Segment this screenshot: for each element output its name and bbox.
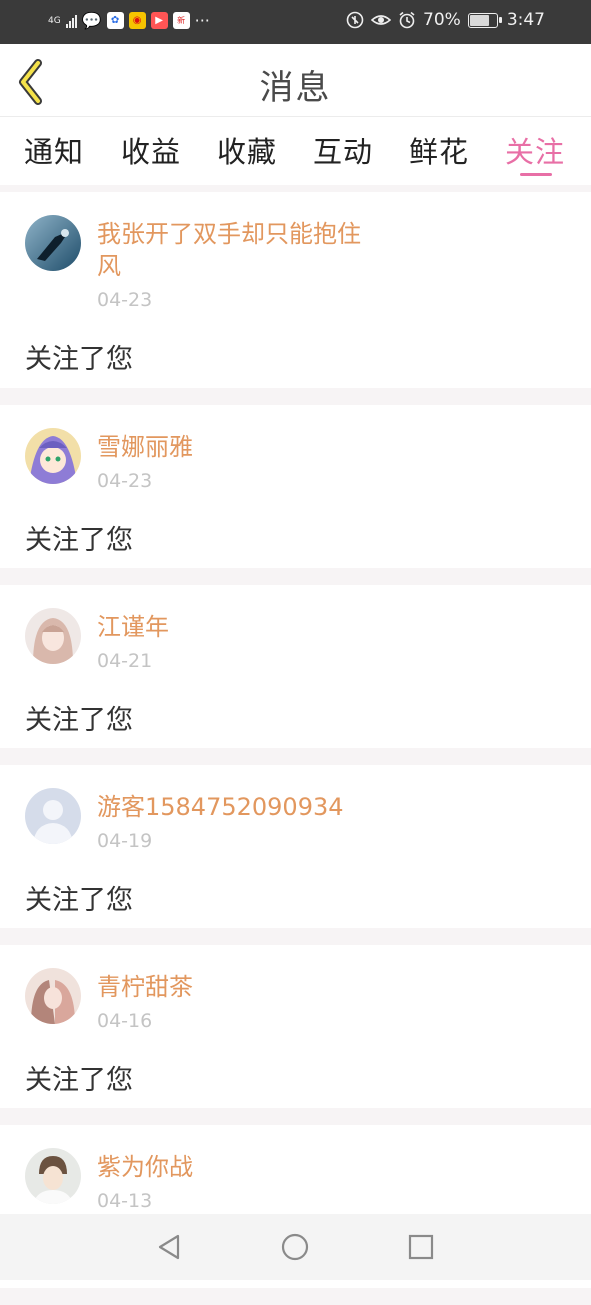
tab-bar: 通知 收益 收藏 互动 鲜花 关注 <box>0 117 591 185</box>
weibo-notification-icon: ◉ <box>128 12 146 29</box>
user-placeholder-icon <box>25 788 81 844</box>
username-link[interactable]: 雪娜丽雅 <box>97 431 367 463</box>
triangle-back-icon[interactable] <box>154 1232 184 1262</box>
alarm-icon <box>399 11 415 29</box>
status-left: 4G 💬 ✿ ◉ ▶ 新 ··· <box>48 11 210 30</box>
more-notifications: ··· <box>194 11 210 30</box>
username-link[interactable]: 江谨年 <box>97 611 367 643</box>
follow-date: 04-19 <box>97 830 153 852</box>
eye-comfort-icon <box>371 15 392 25</box>
list-item[interactable]: 青柠甜茶 04-16 关注了您 <box>0 945 591 1108</box>
status-bar: 4G 💬 ✿ ◉ ▶ 新 ··· 70% 3:47 <box>0 0 591 44</box>
clock: 3:47 <box>506 10 545 30</box>
avatar[interactable] <box>25 608 81 664</box>
tab-notifications[interactable]: 通知 <box>24 129 84 171</box>
video-notification-icon: ▶ <box>150 12 168 29</box>
list-item[interactable]: 江谨年 04-21 关注了您 <box>0 585 591 748</box>
chat-notification-icon: 💬 <box>81 11 102 30</box>
tab-follows[interactable]: 关注 <box>505 129 565 171</box>
network-indicator: 4G <box>48 15 61 26</box>
data-saver-icon <box>346 11 364 29</box>
follow-message: 关注了您 <box>25 1065 133 1096</box>
circle-home-icon[interactable] <box>280 1232 310 1262</box>
active-tab-indicator <box>520 173 552 176</box>
follow-date: 04-23 <box>97 289 153 311</box>
signal-icon <box>65 14 77 28</box>
follow-date: 04-16 <box>97 1010 153 1032</box>
follow-message: 关注了您 <box>25 705 133 736</box>
avatar[interactable] <box>25 428 81 484</box>
tab-interactions[interactable]: 互动 <box>313 129 373 171</box>
battery-percent: 70% <box>423 10 461 30</box>
default-avatar[interactable] <box>25 788 81 844</box>
follow-date: 04-21 <box>97 650 153 672</box>
username-link[interactable]: 紫为你战 <box>97 1151 367 1183</box>
page-title: 消息 <box>259 68 332 108</box>
tab-favorites[interactable]: 收藏 <box>217 129 277 171</box>
avatar[interactable] <box>25 215 81 271</box>
list-item[interactable]: 我张开了双手却只能抱住风 04-23 关注了您 <box>0 192 591 388</box>
follow-message: 关注了您 <box>25 525 133 556</box>
username-link[interactable]: 青柠甜茶 <box>97 971 367 1003</box>
list-item[interactable]: 雪娜丽雅 04-23 关注了您 <box>0 405 591 568</box>
battery-icon <box>467 12 502 28</box>
network-type: 4G <box>48 15 61 26</box>
app-notification-icon: ✿ <box>106 12 124 29</box>
avatar[interactable] <box>25 1148 81 1204</box>
tab-earnings[interactable]: 收益 <box>121 129 181 171</box>
square-recents-icon[interactable] <box>406 1232 436 1262</box>
follow-date: 04-13 <box>97 1190 153 1212</box>
follow-date: 04-23 <box>97 470 153 492</box>
header: 消息 <box>0 44 591 117</box>
username-link[interactable]: 游客1584752090934 <box>97 791 367 823</box>
system-nav-bar <box>0 1214 591 1280</box>
list-item[interactable]: 游客1584752090934 04-19 关注了您 <box>0 765 591 928</box>
username-link[interactable]: 我张开了双手却只能抱住风 <box>97 218 367 282</box>
follow-message: 关注了您 <box>25 885 133 916</box>
follow-list: 我张开了双手却只能抱住风 04-23 关注了您 雪娜丽雅 04-23 关注了您 <box>0 192 591 1305</box>
tab-flowers[interactable]: 鲜花 <box>409 129 469 171</box>
news-notification-icon: 新 <box>172 12 190 29</box>
avatar[interactable] <box>25 968 81 1024</box>
follow-message: 关注了您 <box>25 344 133 375</box>
status-right: 70% 3:47 <box>346 10 545 30</box>
